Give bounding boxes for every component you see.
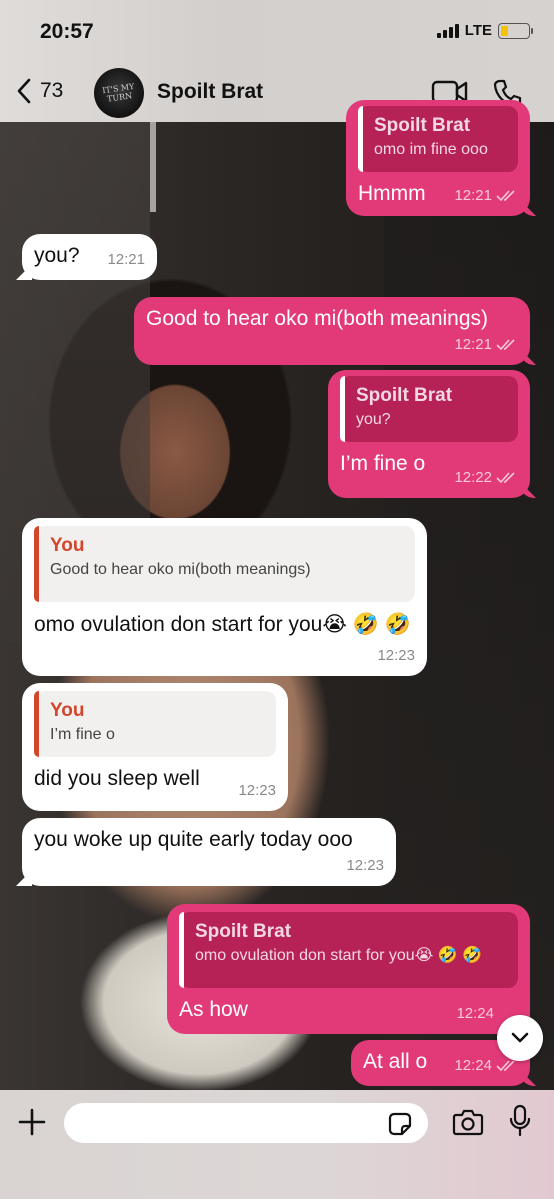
message-time: 12:21 [454, 336, 492, 353]
unread-count: 73 [40, 79, 64, 102]
quote-text: Good to hear oko mi(both meanings) [50, 561, 311, 578]
quote-author: Spoilt Brat [195, 921, 292, 942]
message-text: you woke up quite early today ooo [34, 828, 353, 851]
reply-quote[interactable]: Spoilt Brat omo im fine ooo [358, 106, 518, 172]
message-bubble-outgoing[interactable]: Spoilt Brat omo ovulation don start for … [167, 904, 530, 1034]
signal-icon [436, 23, 459, 38]
message-time: 12:21 [454, 187, 492, 204]
avatar-text: IT'S MY TURN [101, 81, 135, 104]
message-meta: 12:23 [238, 777, 276, 805]
chevron-down-icon [511, 1032, 529, 1043]
message-input-container[interactable] [64, 1103, 428, 1143]
message-meta: 12:21 [454, 182, 518, 210]
quote-text: omo im fine ooo [374, 141, 488, 158]
message-meta: 12:22 [454, 464, 518, 492]
read-receipt-icon [496, 472, 515, 484]
back-button[interactable]: 73 [16, 78, 63, 104]
message-meta: 12:24 [456, 1000, 494, 1028]
message-bubble-outgoing[interactable]: Good to hear oko mi(both meanings) 12:21 [134, 297, 530, 365]
message-bubble-incoming[interactable]: You I’m fine o did you sleep well 12:23 [22, 683, 288, 811]
network-type: LTE [464, 22, 492, 39]
message-meta: 12:21 [107, 246, 145, 274]
status-time: 20:57 [40, 20, 94, 43]
quote-author: You [50, 535, 85, 556]
message-meta: 12:23 [346, 852, 384, 880]
battery-icon [498, 22, 533, 39]
wallpaper-door-edge [150, 122, 156, 212]
microphone-icon[interactable] [508, 1104, 532, 1138]
composer-bar [0, 1090, 554, 1199]
quote-author: Spoilt Brat [356, 385, 453, 406]
message-bubble-outgoing[interactable]: Spoilt Brat you? I’m fine o 12:22 [328, 370, 530, 498]
reply-quote[interactable]: You Good to hear oko mi(both meanings) [34, 526, 415, 602]
reply-quote[interactable]: Spoilt Brat you? [340, 376, 518, 442]
read-receipt-icon [496, 1060, 515, 1072]
quote-text: you? [356, 411, 391, 428]
scroll-to-bottom-button[interactable] [497, 1015, 543, 1061]
message-bubble-incoming[interactable]: You Good to hear oko mi(both meanings) o… [22, 518, 427, 676]
message-time: 12:23 [346, 857, 384, 874]
status-indicators: LTE [436, 22, 533, 39]
message-time: 12:22 [454, 469, 492, 486]
message-meta: 12:21 [454, 331, 518, 359]
message-time: 12:23 [238, 782, 276, 799]
message-bubble-incoming[interactable]: you? 12:21 [22, 234, 157, 280]
read-receipt-icon [496, 190, 515, 202]
message-text: Good to hear oko mi(both meanings) [146, 307, 489, 330]
quote-text: I’m fine o [50, 726, 115, 743]
quote-author: You [50, 700, 85, 721]
camera-icon[interactable] [452, 1108, 484, 1136]
message-meta: 12:23 [377, 642, 415, 670]
message-time: 12:24 [456, 1005, 494, 1022]
back-chevron-icon [17, 78, 31, 104]
quote-text: omo ovulation don start for you😭 🤣 🤣 [195, 947, 483, 964]
message-input[interactable] [78, 1103, 378, 1143]
quote-author: Spoilt Brat [374, 115, 471, 136]
sticker-icon[interactable] [388, 1112, 412, 1136]
reply-quote[interactable]: You I’m fine o [34, 691, 276, 757]
contact-name[interactable]: Spoilt Brat [157, 80, 263, 104]
avatar[interactable]: IT'S MY TURN [94, 68, 144, 118]
message-time: 12:21 [107, 251, 145, 268]
message-text: omo ovulation don start for you😭 🤣 🤣 [34, 613, 411, 636]
plus-icon[interactable] [18, 1108, 46, 1136]
message-bubble-incoming[interactable]: you woke up quite early today ooo 12:23 [22, 818, 396, 886]
read-receipt-icon [496, 339, 515, 351]
reply-quote[interactable]: Spoilt Brat omo ovulation don start for … [179, 912, 518, 988]
message-time: 12:23 [377, 647, 415, 664]
message-bubble-outgoing[interactable]: Spoilt Brat omo im fine ooo Hmmm 12:21 [346, 100, 530, 216]
message-time: 12:24 [454, 1057, 492, 1074]
